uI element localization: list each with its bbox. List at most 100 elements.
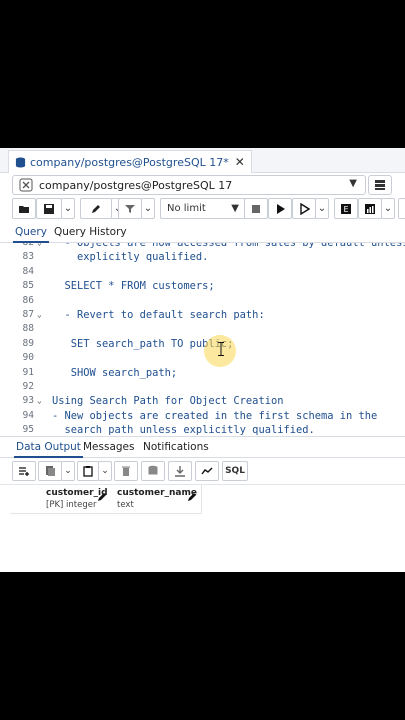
code-text: - Revert to default search path:: [64, 309, 265, 321]
column-type: text: [117, 500, 134, 510]
line-number: 84: [22, 265, 34, 277]
result-toolbar: ⌄ ⌄ SQL: [0, 459, 405, 481]
line-number: 86: [22, 294, 34, 306]
code-line[interactable]: 89 SET search_path TO public;: [0, 337, 405, 351]
explain-analyze-button[interactable]: [358, 198, 382, 219]
tab-query[interactable]: Query: [13, 226, 49, 243]
more-tools-button[interactable]: [398, 198, 405, 219]
line-number: 88: [22, 323, 34, 335]
close-icon[interactable]: ✕: [235, 155, 245, 169]
connection-row: company/postgres@PostgreSQL 17 ▼: [0, 172, 405, 196]
copy-options-dropdown[interactable]: ⌄: [61, 461, 75, 481]
chevron-down-icon: ⌄: [101, 466, 109, 476]
clipboard-icon: [83, 466, 93, 477]
fold-chevron-icon[interactable]: ⌄: [37, 243, 42, 250]
execute-options-dropdown[interactable]: ⌄: [315, 198, 329, 219]
chevron-down-icon: ⌄: [64, 466, 72, 476]
line-number: 91: [22, 366, 34, 378]
code-line[interactable]: 87 ⌄ - Revert to default search path:: [0, 308, 405, 322]
trash-icon: [122, 466, 130, 476]
pencil-icon: [92, 204, 100, 213]
code-text: - New objects are created in the first s…: [52, 409, 378, 422]
pencil-icon: [188, 493, 196, 501]
line-number: 83: [22, 251, 34, 263]
chevron-down-icon: ⌄: [317, 203, 327, 214]
paste-button[interactable]: [77, 461, 99, 481]
line-number: 90: [22, 352, 34, 364]
filter-icon: [125, 204, 135, 213]
code-text: explicitly qualified.: [77, 251, 209, 264]
chevron-down-icon: ⌄: [383, 203, 393, 214]
save-options-dropdown[interactable]: ⌄: [61, 198, 75, 219]
explain-icon: E: [341, 203, 351, 214]
sql-button[interactable]: SQL: [222, 461, 248, 481]
download-icon: [175, 466, 185, 477]
delete-button[interactable]: [114, 461, 138, 481]
copy-button[interactable]: [38, 461, 62, 481]
edit-button[interactable]: [80, 198, 112, 219]
chevron-down-icon: ▼: [349, 178, 357, 189]
code-line[interactable]: 94 - New objects are created in the first…: [0, 409, 405, 423]
code-line[interactable]: 83 explicitly qualified.: [0, 250, 405, 264]
chevron-down-icon: ⌄: [63, 203, 73, 214]
tab-messages[interactable]: Messages: [83, 441, 135, 453]
code-line[interactable]: 93 ⌄ Using Search Path for Object Creation: [0, 394, 405, 408]
filter-button[interactable]: [118, 198, 142, 219]
execute-button[interactable]: [268, 198, 292, 219]
save-data-button[interactable]: [141, 461, 165, 481]
add-row-button[interactable]: [12, 461, 36, 481]
connection-status-icon: [19, 178, 33, 192]
code-line[interactable]: 92: [0, 380, 405, 394]
tab-data-output[interactable]: Data Output: [14, 441, 83, 458]
database-icon: [15, 156, 26, 168]
explain-options-dropdown[interactable]: ⌄: [381, 198, 395, 219]
download-button[interactable]: [168, 461, 192, 481]
code-line[interactable]: 95 search path unless explicitly qualifie…: [0, 423, 405, 435]
row-limit-select[interactable]: No limit ▼: [160, 198, 246, 219]
execute-options-button[interactable]: [292, 198, 316, 219]
code-line[interactable]: 82⌄ - Objects are now accessed from sales…: [0, 243, 405, 250]
explain-button[interactable]: E: [334, 198, 358, 219]
database-stack-button[interactable]: [368, 175, 392, 195]
code-line[interactable]: 88: [0, 322, 405, 336]
code-line[interactable]: 86: [0, 294, 405, 308]
code-text: SHOW search_path;: [70, 366, 178, 379]
tab-query-editor[interactable]: company/postgres@PostgreSQL 17* ✕: [8, 150, 252, 173]
line-number: 93: [22, 395, 34, 407]
play-icon: [277, 203, 285, 214]
code-text: search path unless explicitly qualified.: [64, 424, 315, 435]
graph-visualiser-button[interactable]: [195, 461, 219, 481]
chevron-down-icon: ⌄: [143, 203, 153, 214]
text-cursor-icon: [218, 342, 224, 356]
line-chart-icon: [201, 467, 213, 475]
tab-query-history[interactable]: Query History: [54, 226, 127, 238]
fold-chevron-icon[interactable]: ⌄: [37, 394, 42, 408]
save-button[interactable]: [36, 198, 62, 219]
code-line[interactable]: 91 SHOW search_path;: [0, 366, 405, 380]
database-stack-icon: [375, 180, 385, 190]
fold-chevron-icon[interactable]: ⌄: [37, 308, 42, 322]
folder-icon: [19, 205, 29, 213]
tab-notifications[interactable]: Notifications: [143, 441, 209, 453]
database-save-icon: [148, 465, 158, 475]
connection-select[interactable]: company/postgres@PostgreSQL 17 ▼: [12, 175, 366, 195]
filter-options-dropdown[interactable]: ⌄: [141, 198, 155, 219]
paste-options-dropdown[interactable]: ⌄: [98, 461, 112, 481]
line-number: 89: [22, 337, 34, 349]
code-line[interactable]: 85 SELECT * FROM customers;: [0, 279, 405, 293]
bar-chart-icon: [365, 203, 375, 214]
sql-editor[interactable]: 82⌄- Objects are now accessed from sales…: [0, 243, 405, 435]
column-header-customer-name[interactable]: customer_name text: [111, 485, 202, 514]
play-outline-icon: [300, 202, 310, 215]
line-number: 82: [14, 243, 34, 250]
tab-bar: company/postgres@PostgreSQL 17* ✕: [0, 148, 405, 173]
code-text: SELECT * FROM customers;: [64, 280, 215, 293]
code-line[interactable]: 90: [0, 351, 405, 365]
code-line[interactable]: 84: [0, 265, 405, 279]
column-header-customer-id[interactable]: customer_id [PK] integer: [40, 485, 112, 514]
stop-button[interactable]: [244, 198, 268, 219]
code-text: - Objects are now accessed from sales by…: [64, 243, 405, 249]
line-number: 85: [22, 280, 34, 292]
open-file-button[interactable]: [12, 198, 36, 219]
pencil-icon: [98, 493, 106, 501]
